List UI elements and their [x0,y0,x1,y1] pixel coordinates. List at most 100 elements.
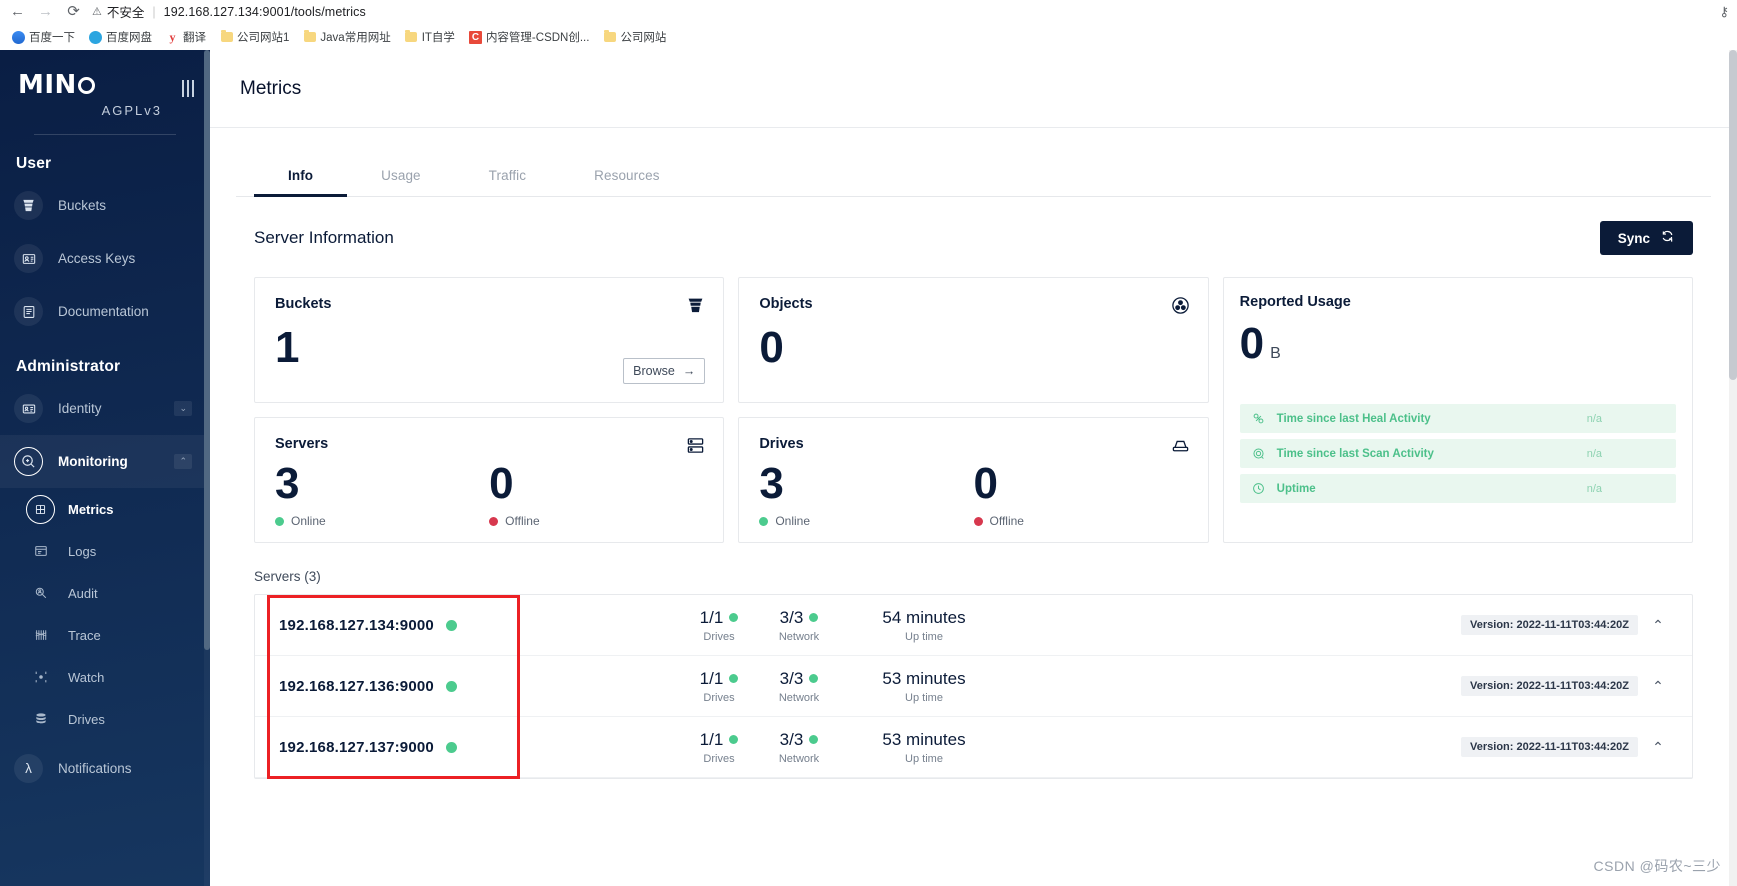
server-address: 192.168.127.134:9000 [279,616,434,634]
sidebar-item-logs[interactable]: Logs [0,530,210,572]
content-area: Info Usage Traffic Resources Server Info… [210,128,1737,886]
objects-card: Objects 0 [738,277,1209,403]
server-network-label: Network [778,630,820,643]
servers-online-label: Online [291,514,326,528]
table-row[interactable]: 192.168.127.134:9000 1/1 Drives 3/3 Netw… [255,595,1692,656]
server-address-cell: 192.168.127.134:9000 [279,617,679,634]
bookmark-item[interactable]: IT自学 [399,27,461,47]
sync-button[interactable]: Sync [1599,221,1693,255]
csdn-icon: C [468,30,482,44]
sidebar-item-label: Trace [68,627,101,643]
server-uptime-value: 53 minutes [882,729,966,749]
lambda-icon: λ [14,754,43,783]
version-badge: Version: 2022-11-11T03:44:20Z [1461,676,1638,696]
status-dot-online [445,680,457,692]
server-uptime-label: Up time [905,630,943,643]
table-row[interactable]: 192.168.127.136:9000 1/1 Drives 3/3 Netw… [255,656,1692,717]
bookmark-label: 公司网站 [620,32,667,44]
bookmark-item[interactable]: 公司网站 [597,27,672,47]
server-network-value: 3/3 [779,668,804,688]
status-dot-online [445,619,457,631]
forward-icon[interactable]: → [36,2,55,21]
sidebar-item-documentation[interactable]: Documentation [0,285,210,338]
bookmark-item[interactable]: Java常用网址 [297,27,396,47]
main-scrollbar-track[interactable] [1729,50,1737,886]
chevron-up-icon[interactable]: ⌃ [1638,678,1678,695]
sidebar-item-audit[interactable]: Audit [0,572,210,614]
tab-usage[interactable]: Usage [347,154,455,196]
sidebar-item-metrics[interactable]: Metrics [0,488,210,530]
sidebar-item-label: Identity [58,401,102,416]
sidebar-item-monitoring[interactable]: Monitoring ⌃ [0,435,210,488]
monitoring-icon [14,447,43,476]
bookmark-item[interactable]: y 翻译 [160,27,212,47]
heal-icon [1252,412,1266,425]
baidu-icon [12,30,25,44]
status-dot-offline [973,516,983,526]
sidebar-item-identity[interactable]: Identity ⌄ [0,382,210,435]
table-row[interactable]: 192.168.127.137:9000 1/1 Drives 3/3 Netw… [255,717,1692,778]
tab-traffic[interactable]: Traffic [455,154,560,196]
sidebar-item-label: Monitoring [58,454,128,469]
drives-online-stat: 3 Online [759,462,973,528]
chevron-up-icon[interactable]: ⌃ [1638,617,1678,634]
bookmark-item[interactable]: 公司网站1 [214,27,295,47]
sidebar-item-access-keys[interactable]: Access Keys [0,232,210,285]
bookmark-item[interactable]: C 内容管理-CSDN创... [463,27,596,47]
server-drives-value: 1/1 [699,607,724,627]
status-dot-online [729,735,739,744]
sidebar-collapse-icon[interactable] [181,80,194,97]
key-icon[interactable]: ⚷ [1719,4,1729,20]
address-bar-actions: ⚷ [1719,4,1729,20]
bookmark-item[interactable]: 百度网盘 [83,27,158,47]
sidebar-section-user: User [16,155,52,172]
browser-toolbar: ← → ⟳ ⚠ 不安全 | 192.168.127.134:9001/tools… [0,0,1737,24]
objects-icon [1171,296,1190,320]
server-address-cell: 192.168.127.136:9000 [279,678,679,695]
bookmark-label: 翻译 [183,32,206,44]
objects-value: 0 [759,323,784,372]
browse-button[interactable]: Browse → [623,358,706,384]
status-dot-online [809,613,819,622]
info-tab-panel: Server Information Sync Buckets 1 Browse… [236,197,1711,779]
main-scrollbar-thumb[interactable] [1729,50,1737,380]
sidebar-item-notifications[interactable]: λ Notifications [0,742,210,795]
back-icon[interactable]: ← [8,2,27,21]
arrow-right-icon: → [682,364,696,378]
chevron-down-icon[interactable]: ⌄ [174,401,192,416]
status-dot-offline [489,516,499,526]
sidebar-item-trace[interactable]: Trace [0,614,210,656]
sidebar-item-label: Buckets [58,198,107,213]
server-drives-value: 1/1 [699,729,724,749]
server-drives-cell: 1/1 Drives [679,669,759,704]
drives-offline-value: 0 [973,459,998,508]
server-address: 192.168.127.136:9000 [279,677,434,695]
bookmark-label: 公司网站1 [237,32,290,44]
watermark: CSDN @码农~三少 [1593,858,1721,874]
sidebar-item-buckets[interactable]: Buckets [0,179,210,232]
bookmark-item[interactable]: 百度一下 [6,27,81,47]
card-title: Objects [759,296,813,312]
sidebar: MIN AGPLv3 User Buckets Access Keys Docu… [0,50,210,886]
chevron-up-icon[interactable]: ⌃ [174,454,192,469]
yandex-translate-icon: y [169,29,176,44]
address-bar[interactable]: ⚠ 不安全 | 192.168.127.134:9001/tools/metri… [92,2,1710,21]
servers-online-value: 3 [275,459,300,508]
drives-icon [26,705,55,734]
chevron-up-icon[interactable]: ⌃ [1638,739,1678,756]
server-uptime-label: Up time [905,752,943,765]
page-title: Metrics [240,77,302,99]
minio-logo: MIN AGPLv3 [18,72,192,118]
tab-info[interactable]: Info [254,154,348,197]
page-header: Metrics [210,50,1737,128]
bookmark-label: 内容管理-CSDN创... [485,32,590,44]
scan-icon [1252,447,1266,460]
status-dot-online [809,674,819,683]
server-drives-value: 1/1 [699,668,724,688]
buckets-card: Buckets 1 Browse → [254,277,725,403]
sidebar-item-watch[interactable]: Watch [0,656,210,698]
reload-icon[interactable]: ⟳ [64,2,83,21]
server-uptime-value: 53 minutes [882,668,966,688]
sidebar-item-drives[interactable]: Drives [0,698,210,740]
tab-resources[interactable]: Resources [560,154,693,196]
